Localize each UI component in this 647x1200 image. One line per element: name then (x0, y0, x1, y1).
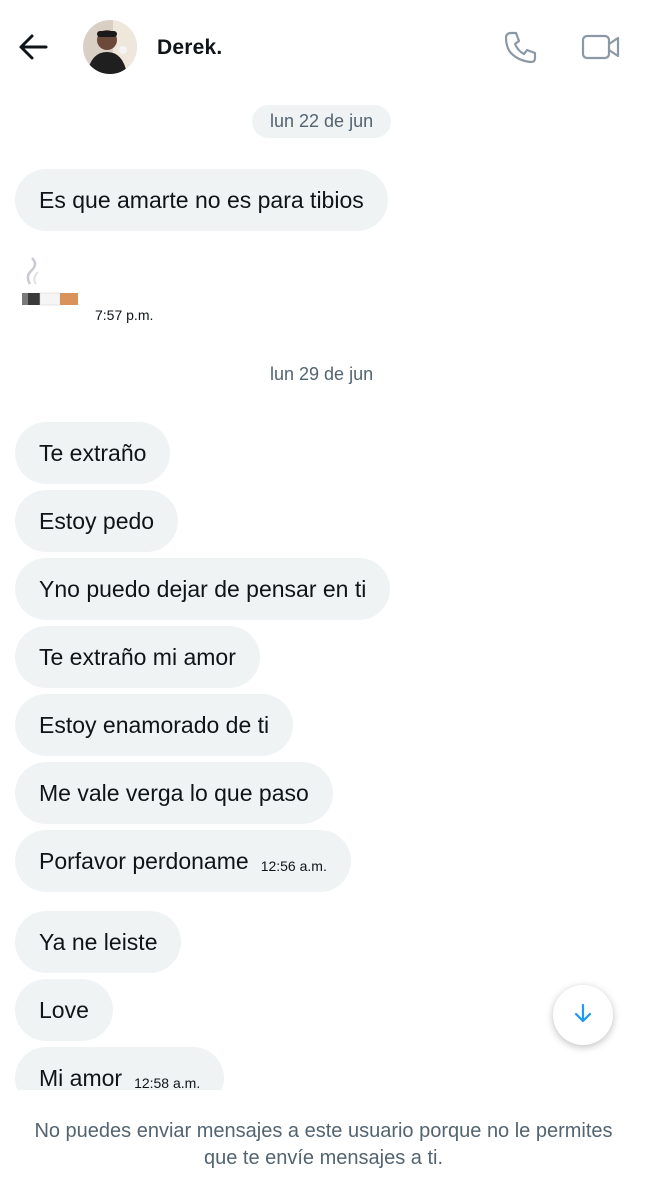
message-timestamp: 12:56 a.m. (260, 858, 327, 874)
messaging-restricted-footer: No puedes enviar mensajes a este usuario… (0, 1090, 647, 1200)
video-camera-icon[interactable] (580, 30, 622, 64)
scroll-to-bottom-button[interactable] (553, 985, 613, 1045)
message-text: Love (39, 996, 89, 1023)
message-bubble[interactable]: Yno puedo dejar de pensar en ti (15, 558, 391, 620)
message-text: Es que amarte no es para tibios (39, 186, 364, 213)
message-timestamp: 12:58 a.m. (134, 1075, 201, 1090)
message-bubble[interactable]: Ya ne leiste (15, 911, 182, 973)
conversation-header: Derek. (0, 0, 647, 96)
message-text: Estoy enamorado de ti (39, 711, 270, 738)
message-bubble[interactable]: Te extraño (15, 422, 171, 484)
arrow-down-icon (572, 1002, 594, 1029)
message-text: Yno puedo dejar de pensar en ti (39, 575, 367, 602)
message-text: Te extraño mi amor (39, 643, 236, 670)
message-bubble[interactable]: Te extraño mi amor (15, 626, 260, 688)
message-bubble[interactable]: Me vale verga lo que paso (15, 762, 333, 824)
message-bubble[interactable]: Mi amor 12:58 a.m. (15, 1047, 225, 1091)
avatar[interactable] (83, 20, 137, 74)
phone-icon[interactable] (502, 28, 540, 66)
message-bubble[interactable]: Es que amarte no es para tibios (15, 169, 388, 231)
message-bubble[interactable]: Estoy pedo (15, 490, 179, 552)
message-text: Me vale verga lo que paso (39, 779, 309, 806)
date-separator: lun 22 de jun (252, 105, 392, 138)
message-text: Mi amor (39, 1064, 123, 1091)
message-text: Porfavor perdoname (39, 847, 249, 874)
message-text: Ya ne leiste (39, 928, 158, 955)
back-arrow-icon[interactable] (16, 30, 50, 64)
message-bubble[interactable]: Estoy enamorado de ti (15, 694, 294, 756)
message-timestamp: 7:57 p.m. (95, 307, 154, 323)
message-text: Estoy pedo (39, 507, 155, 534)
date-separator: lun 29 de jun (270, 364, 374, 384)
message-list[interactable]: lun 22 de jun Es que amarte no es para t… (0, 96, 647, 1090)
message-text: Te extraño (39, 439, 147, 466)
restriction-notice: No puedes enviar mensajes a este usuario… (34, 1120, 613, 1169)
message-bubble[interactable]: Love (15, 979, 113, 1041)
message-bubble[interactable]: Porfavor perdoname 12:56 a.m. (15, 830, 351, 892)
contact-name[interactable]: Derek. (157, 36, 222, 60)
cigarette-emoji-icon[interactable] (20, 254, 82, 316)
